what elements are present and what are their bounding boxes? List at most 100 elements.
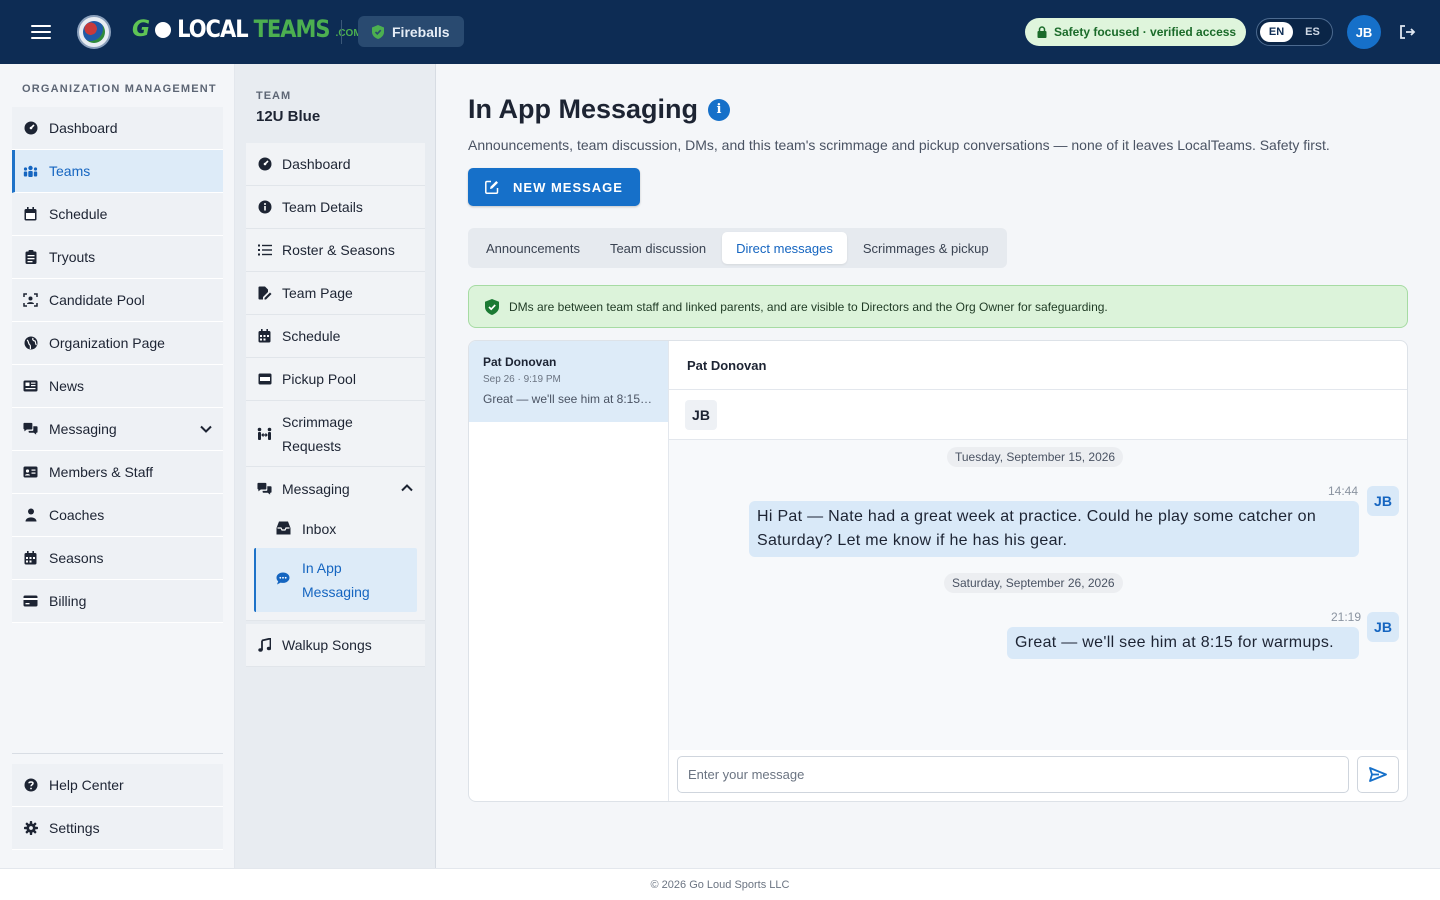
date-separator: Saturday, September 26, 2026 bbox=[944, 573, 1123, 593]
language-toggle[interactable]: EN ES bbox=[1256, 18, 1333, 46]
top-bar: G LOCAL TEAMS .COM Fireballs Safety focu… bbox=[0, 0, 1440, 64]
user-avatar[interactable]: JB bbox=[1347, 15, 1381, 49]
team-nav-team-details[interactable]: Team Details bbox=[246, 186, 425, 229]
nav-label: Seasons bbox=[49, 550, 104, 566]
org-nav-teams[interactable]: Teams bbox=[12, 150, 223, 193]
nav-label: Team Page bbox=[282, 285, 353, 301]
safeguarding-notice: DMs are between team staff and linked pa… bbox=[468, 285, 1408, 328]
nav-label: Dashboard bbox=[282, 156, 351, 172]
brand-logo[interactable]: G LOCAL TEAMS .COM bbox=[132, 15, 362, 47]
news-icon bbox=[23, 379, 38, 394]
nav-label: Inbox bbox=[302, 521, 337, 537]
list-icon bbox=[257, 243, 272, 258]
org-nav: Dashboard Teams Schedule Tryouts Candida… bbox=[12, 107, 223, 623]
chevron-up-icon[interactable] bbox=[400, 481, 414, 495]
menu-icon[interactable] bbox=[29, 22, 53, 42]
person-icon bbox=[23, 508, 38, 523]
org-nav-news[interactable]: News bbox=[12, 365, 223, 408]
org-nav-bottom: Help Center Settings bbox=[12, 753, 223, 850]
message-list: Tuesday, September 15, 2026 14:44 Hi Pat… bbox=[669, 440, 1407, 750]
nav-label: Schedule bbox=[282, 328, 341, 344]
team-nav: Dashboard Team Details Roster & Seasons … bbox=[246, 143, 425, 667]
logo-local-text: LOCAL bbox=[177, 15, 249, 43]
org-logo[interactable] bbox=[77, 15, 111, 49]
org-nav-settings[interactable]: Settings bbox=[12, 807, 223, 850]
org-nav-help-center[interactable]: Help Center bbox=[12, 764, 223, 807]
team-nav-inbox[interactable]: Inbox bbox=[254, 510, 417, 548]
calendar-icon bbox=[23, 551, 38, 566]
page-description: Announcements, team discussion, DMs, and… bbox=[468, 137, 1330, 153]
message-avatar: JB bbox=[1367, 486, 1399, 516]
nav-label: Billing bbox=[49, 593, 87, 609]
conversation-preview: Great — we'll see him at 8:15 for warmup… bbox=[483, 392, 654, 406]
nav-label: In App Messaging bbox=[302, 560, 370, 600]
team-nav-pickup-pool[interactable]: Pickup Pool bbox=[246, 358, 425, 401]
org-nav-coaches[interactable]: Coaches bbox=[12, 494, 223, 537]
team-label: TEAM bbox=[256, 90, 292, 102]
logo-teams-text: TEAMS bbox=[253, 15, 331, 43]
org-nav-members-staff[interactable]: Members & Staff bbox=[12, 451, 223, 494]
participants-bar: JB bbox=[669, 390, 1407, 440]
inbox-icon bbox=[276, 521, 291, 538]
dashboard-icon bbox=[257, 157, 272, 172]
org-sidebar: ORGANIZATION MANAGEMENT Dashboard Teams … bbox=[0, 64, 235, 868]
team-chip-label: Fireballs bbox=[392, 23, 450, 40]
baseball-icon bbox=[155, 22, 172, 38]
team-nav-schedule[interactable]: Schedule bbox=[246, 315, 425, 358]
logout-icon[interactable] bbox=[1398, 23, 1416, 41]
calendar-icon bbox=[257, 329, 272, 344]
conversation-item[interactable]: Pat Donovan Sep 26 · 9:19 PM Great — we'… bbox=[469, 341, 668, 422]
notice-text: DMs are between team staff and linked pa… bbox=[509, 299, 1108, 314]
team-nav-messaging[interactable]: Messaging bbox=[246, 467, 425, 510]
message-input[interactable] bbox=[677, 756, 1349, 793]
logo-go-text: G bbox=[132, 17, 150, 42]
tab-team-discussion[interactable]: Team discussion bbox=[596, 232, 720, 264]
send-button[interactable] bbox=[1357, 756, 1399, 793]
team-name: 12U Blue bbox=[256, 108, 321, 125]
lang-en-option[interactable]: EN bbox=[1260, 22, 1293, 42]
id-card-icon bbox=[23, 465, 38, 480]
section-title: ORGANIZATION MANAGEMENT bbox=[22, 83, 217, 95]
teams-icon bbox=[23, 164, 38, 179]
team-nav-scrimmage-requests[interactable]: Scrimmage Requests bbox=[246, 401, 425, 467]
lang-es-option[interactable]: ES bbox=[1296, 22, 1329, 42]
org-nav-dashboard[interactable]: Dashboard bbox=[12, 107, 223, 150]
org-nav-seasons[interactable]: Seasons bbox=[12, 537, 223, 580]
new-message-label: NEW MESSAGE bbox=[513, 179, 623, 195]
clipboard-icon bbox=[23, 250, 38, 265]
nav-label: Roster & Seasons bbox=[282, 242, 395, 258]
org-nav-tryouts[interactable]: Tryouts bbox=[12, 236, 223, 279]
org-nav-messaging[interactable]: Messaging bbox=[12, 408, 223, 451]
team-nav-dashboard[interactable]: Dashboard bbox=[246, 143, 425, 186]
tab-direct-messages[interactable]: Direct messages bbox=[722, 232, 847, 264]
globe-icon bbox=[23, 336, 38, 351]
tab-scrimmages-pickup[interactable]: Scrimmages & pickup bbox=[849, 232, 1003, 264]
message-avatar: JB bbox=[1367, 612, 1399, 642]
people-arrows-icon bbox=[257, 426, 272, 441]
team-switcher[interactable]: Fireballs bbox=[358, 16, 464, 47]
dashboard-icon bbox=[23, 121, 38, 136]
chat-panel: Pat Donovan Sep 26 · 9:19 PM Great — we'… bbox=[468, 340, 1408, 802]
org-nav-billing[interactable]: Billing bbox=[12, 580, 223, 623]
nav-label: Teams bbox=[49, 163, 91, 179]
chat-icon bbox=[257, 481, 272, 496]
info-icon[interactable]: i bbox=[708, 98, 731, 121]
new-message-button[interactable]: NEW MESSAGE bbox=[468, 168, 640, 206]
message-time: 14:44 bbox=[1328, 484, 1359, 498]
participant-avatar[interactable]: JB bbox=[685, 399, 717, 430]
team-nav-team-page[interactable]: Team Page bbox=[246, 272, 425, 315]
tab-announcements[interactable]: Announcements bbox=[472, 232, 594, 264]
team-nav-in-app-messaging[interactable]: In App Messaging bbox=[254, 548, 417, 612]
team-nav-roster-seasons[interactable]: Roster & Seasons bbox=[246, 229, 425, 272]
chevron-down-icon[interactable] bbox=[199, 422, 213, 436]
team-nav-walkup-songs[interactable]: Walkup Songs bbox=[246, 624, 425, 667]
org-nav-candidate-pool[interactable]: Candidate Pool bbox=[12, 279, 223, 322]
message-tabs: Announcements Team discussion Direct mes… bbox=[468, 228, 1007, 268]
nav-label: Schedule bbox=[49, 206, 108, 222]
nav-label: Team Details bbox=[282, 199, 363, 215]
nav-label: Candidate Pool bbox=[49, 292, 145, 308]
org-nav-organization-page[interactable]: Organization Page bbox=[12, 322, 223, 365]
org-nav-schedule[interactable]: Schedule bbox=[12, 193, 223, 236]
conversation-time: Sep 26 · 9:19 PM bbox=[483, 374, 561, 385]
message-bubble: Hi Pat — Nate had a great week at practi… bbox=[749, 501, 1359, 557]
